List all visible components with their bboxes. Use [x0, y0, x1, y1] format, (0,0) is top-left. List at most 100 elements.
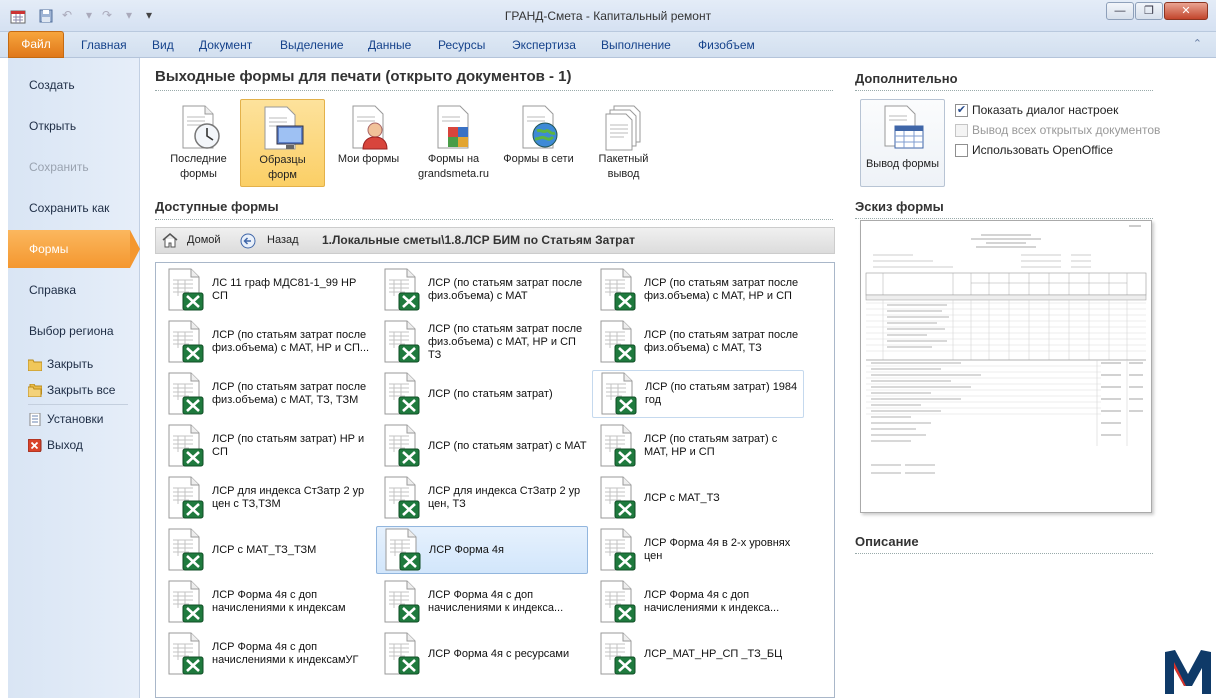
sidebar-item-region[interactable]: Выбор региона — [8, 312, 140, 350]
sidebar-close-label: Закрыть — [47, 357, 94, 371]
form-name-line2: год — [645, 394, 662, 406]
back-arrow-icon[interactable] — [240, 233, 256, 249]
form-name-line1: ЛСР Форма 4я с доп — [644, 589, 750, 601]
show-settings-label: Показать диалог настроек — [972, 103, 1119, 117]
sidebar-item-help[interactable]: Справка — [8, 271, 140, 309]
form-name-line2: начислениями к индекса... — [644, 602, 780, 614]
sidebar-item-save-as[interactable]: Сохранить как — [8, 189, 140, 227]
form-list-item[interactable]: ЛСР Форма 4я — [376, 526, 588, 574]
openoffice-label: Использовать OpenOffice — [972, 143, 1114, 157]
form-name-line1: ЛСР Форма 4я с доп — [212, 641, 318, 653]
sidebar-item-open[interactable]: Открыть — [8, 107, 140, 145]
form-list-item[interactable]: ЛСР Форма 4я с доп начислениями к индекса… — [376, 578, 588, 626]
form-list-item-label: ЛСР Форма 4я с доп начислениями к индекса… — [212, 641, 359, 667]
tab-execution[interactable]: Выполнение — [601, 38, 671, 52]
form-list-item[interactable]: ЛСР Форма 4я в 2-х уровнях цен — [592, 526, 804, 574]
form-list-item-label: ЛСР (по статьям затрат) с МАТ — [428, 440, 587, 453]
output-form-label: Вывод формы — [865, 158, 940, 170]
tab-resources[interactable]: Ресурсы — [438, 38, 485, 52]
active-arrow-icon — [130, 230, 140, 268]
form-list-item[interactable]: ЛСР Форма 4я с доп начислениями к индекса… — [592, 578, 804, 626]
form-list-item[interactable]: ЛСР (по статьям затрат) с МАТ, НР и СП — [592, 422, 804, 470]
back-link[interactable]: Назад — [267, 234, 299, 246]
openoffice-checkbox[interactable]: Использовать OpenOffice — [955, 143, 1113, 157]
tab-physical-volume[interactable]: Физобъем — [698, 38, 755, 52]
form-list-item[interactable]: ЛСР (по статьям затрат после физ.объема) … — [160, 370, 372, 418]
output-form-button[interactable]: Вывод формы — [860, 99, 945, 187]
tab-document[interactable]: Документ — [199, 38, 252, 52]
home-icon[interactable] — [162, 233, 178, 248]
tile-form-samples[interactable]: Образцы форм — [240, 99, 325, 187]
form-list-item[interactable]: ЛСР Форма 4я с доп начислениями к индекса… — [160, 578, 372, 626]
form-name-line2: физ.объема) с МАТ, НР и СП ТЗ — [428, 335, 576, 361]
sidebar-item-save[interactable]: Сохранить — [8, 148, 140, 186]
extra-divider — [855, 90, 1153, 91]
form-name-line1: ЛСР Форма 4я с доп — [212, 589, 318, 601]
sidebar-item-create[interactable]: Создать — [8, 66, 140, 104]
form-list-item[interactable]: ЛСР (по статьям затрат) НР и СП — [160, 422, 372, 470]
forms-list[interactable]: ЛС 11 граф МДС81-1_99 НР СП ЛСР (по стать… — [155, 262, 835, 698]
tile-batch-output[interactable]: Пакетный вывод — [581, 99, 666, 187]
close-button[interactable]: ✕ — [1164, 2, 1208, 20]
tab-file[interactable]: Файл — [8, 31, 64, 58]
description-divider — [855, 553, 1153, 554]
excel-document-icon — [601, 372, 637, 415]
forms-navigation-bar: Домой Назад 1.Локальные сметы\1.8.ЛСР БИ… — [155, 227, 835, 254]
sidebar-close[interactable]: Закрыть — [28, 357, 93, 371]
title-divider — [155, 90, 833, 91]
form-name-line2: цен с ТЗ,ТЗМ — [212, 498, 281, 510]
excel-document-icon — [384, 320, 420, 363]
sidebar-settings[interactable]: Установки — [28, 412, 103, 426]
sidebar-exit[interactable]: Выход — [28, 438, 83, 452]
form-list-item[interactable]: ЛС 11 граф МДС81-1_99 НР СП — [160, 266, 372, 314]
form-list-item[interactable]: ЛСР Форма 4я с доп начислениями к индекса… — [160, 630, 372, 678]
ribbon-tabs: Файл Главная Вид Документ Выделение Данн… — [0, 31, 1216, 58]
available-divider — [155, 219, 833, 220]
excel-document-icon — [384, 268, 420, 311]
excel-document-icon — [600, 424, 636, 467]
form-preview-thumbnail — [860, 220, 1152, 513]
minimize-button[interactable]: — — [1106, 2, 1134, 20]
tab-data[interactable]: Данные — [368, 38, 411, 52]
tab-view[interactable]: Вид — [152, 38, 174, 52]
restore-button[interactable]: ❐ — [1135, 2, 1163, 20]
tile-network-forms[interactable]: Формы в сети — [496, 99, 581, 187]
form-list-item[interactable]: ЛСР (по статьям затрат после физ.объема) … — [160, 318, 372, 366]
home-link[interactable]: Домой — [187, 234, 221, 246]
show-settings-checkbox[interactable]: ✔ Показать диалог настроек — [955, 103, 1118, 117]
form-list-item[interactable]: ЛСР_МАТ_НР_СП _ТЗ_БЦ — [592, 630, 804, 678]
tile-forms-grandsmeta[interactable]: Формы на grandsmeta.ru — [411, 99, 496, 187]
tile-recent-label2: формы — [180, 168, 217, 180]
tab-selection[interactable]: Выделение — [280, 38, 344, 52]
form-list-item[interactable]: ЛСР (по статьям затрат) 1984 год — [592, 370, 804, 418]
form-list-item-label: ЛСР (по статьям затрат) с МАТ, НР и СП — [644, 433, 777, 459]
tile-recent-forms[interactable]: Последние формы — [156, 99, 241, 187]
form-name-line2: начислениями к индексам — [212, 602, 346, 614]
form-list-item[interactable]: ЛСР (по статьям затрат) — [376, 370, 588, 418]
tab-expertise[interactable]: Экспертиза — [512, 38, 576, 52]
excel-document-icon — [384, 632, 420, 675]
sidebar-close-all[interactable]: Закрыть все — [28, 383, 115, 397]
form-list-item[interactable]: ЛСР (по статьям затрат после физ.объема) … — [592, 318, 804, 366]
form-list-item[interactable]: ЛСР для индекса СтЗатр 2 ур цен с ТЗ,ТЗМ — [160, 474, 372, 522]
form-name-line1: ЛСР (по статьям затрат после — [644, 329, 799, 341]
monitor-document-icon — [264, 106, 303, 150]
form-list-item-label: ЛСР Форма 4я — [429, 544, 504, 557]
globe-document-icon — [522, 105, 557, 149]
checkbox-icon — [955, 143, 968, 157]
sidebar-item-forms[interactable]: Формы — [8, 230, 140, 268]
form-list-item[interactable]: ЛСР (по статьям затрат после физ.объема) … — [592, 266, 804, 314]
all-documents-checkbox[interactable]: Вывод всех открытых документов — [955, 123, 1160, 137]
form-list-item[interactable]: ЛСР (по статьям затрат) с МАТ — [376, 422, 588, 470]
tile-my-forms[interactable]: Мои формы — [326, 99, 411, 187]
minimize-ribbon-icon[interactable]: ⌃ — [1193, 37, 1202, 50]
tab-home[interactable]: Главная — [81, 38, 127, 52]
form-list-item[interactable]: ЛСР (по статьям затрат после физ.объема) … — [376, 318, 588, 366]
form-list-item[interactable]: ЛСР Форма 4я с ресурсами — [376, 630, 588, 678]
form-list-item[interactable]: ЛСР с МАТ_ТЗ_ТЗМ — [160, 526, 372, 574]
clock-document-icon — [182, 105, 220, 149]
form-list-item-label: ЛСР с МАТ_ТЗ_ТЗМ — [212, 544, 316, 557]
form-list-item[interactable]: ЛСР для индекса СтЗатр 2 ур цен, ТЗ — [376, 474, 588, 522]
form-list-item[interactable]: ЛСР (по статьям затрат после физ.объема) … — [376, 266, 588, 314]
form-list-item[interactable]: ЛСР с МАТ_ТЗ — [592, 474, 804, 522]
